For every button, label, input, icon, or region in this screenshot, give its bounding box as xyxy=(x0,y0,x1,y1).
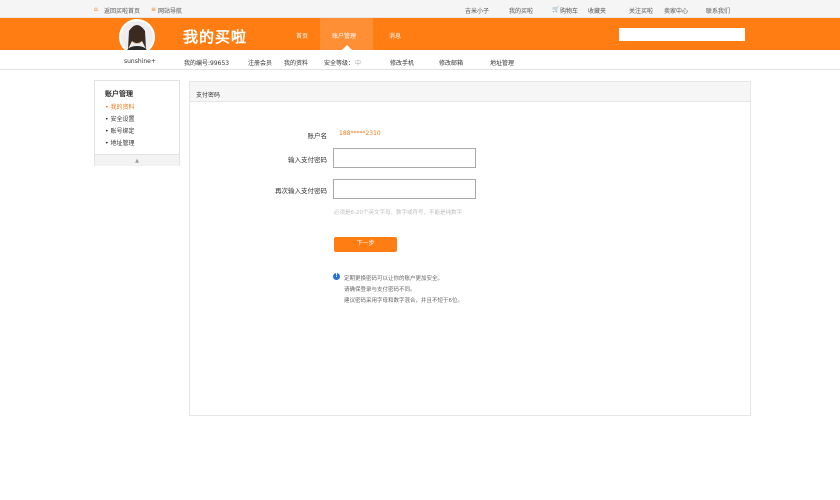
security-level-label: 安全等级： xyxy=(324,60,355,67)
address-manage-link[interactable]: 地址管理 xyxy=(490,58,514,67)
my-profile-link[interactable]: 我的资料 xyxy=(284,58,308,67)
collapse-arrow-icon[interactable]: ▲ xyxy=(95,154,179,166)
top-bar: ⌂ 返回买啦首页 ≡ 网站导航 吉米小子 我的买啦 🛒 购物车 收藏夹 关注买啦… xyxy=(0,0,840,18)
search-input[interactable] xyxy=(619,28,745,41)
seller-center-link[interactable]: 卖家中心 xyxy=(664,6,688,15)
account-number: 我的编号:99653 xyxy=(184,60,230,67)
cart-icon[interactable]: 🛒 xyxy=(552,6,559,13)
security-level-value: 中 xyxy=(355,60,362,67)
nav-messages[interactable]: 消息 xyxy=(389,31,401,40)
favorites-link[interactable]: 收藏夹 xyxy=(588,6,606,15)
nav-account[interactable]: 账户管理 xyxy=(332,31,356,40)
home-link[interactable]: 返回买啦首页 xyxy=(104,6,140,15)
pay-password-label: 输入支付密码 xyxy=(288,156,327,164)
menu-icon: ≡ xyxy=(151,6,157,13)
sidebar-item-address[interactable]: • 地址管理 xyxy=(105,138,134,147)
my-maila-link[interactable]: 我的买啦 xyxy=(509,6,533,15)
sidebar-title: 账户管理 xyxy=(105,90,133,98)
tip-line-3: 建议密码采用字母和数字混合，并且不短于6位。 xyxy=(344,298,464,304)
pay-password-confirm-input[interactable] xyxy=(333,179,476,199)
username: sunshine+ xyxy=(124,58,156,65)
panel-title: 支付密码 xyxy=(196,92,221,99)
sidebar-item-security[interactable]: • 安全设置 xyxy=(105,114,134,123)
panel-header: 支付密码 xyxy=(190,82,750,102)
site-nav-link[interactable]: 网站导航 xyxy=(158,6,182,15)
next-button[interactable]: 下一步 xyxy=(334,237,397,252)
register-member[interactable]: 注册会员 xyxy=(248,58,272,67)
sidebar: 账户管理 • 我的资料 • 安全设置 • 账号绑定 • 地址管理 ▲ xyxy=(94,80,180,166)
home-icon[interactable]: ⌂ xyxy=(94,6,98,13)
sub-bar: sunshine+ 我的编号:99653 注册会员 我的资料 安全等级： 中 修… xyxy=(0,50,840,70)
follow-link[interactable]: 关注买啦 xyxy=(629,6,653,15)
change-phone-link[interactable]: 修改手机 xyxy=(390,58,414,67)
account-name-value: 188*****2310 xyxy=(339,130,381,137)
account-name-label: 账户名 xyxy=(307,132,328,140)
sidebar-item-binding[interactable]: • 账号绑定 xyxy=(105,126,134,135)
contact-link[interactable]: 联系我们 xyxy=(706,6,730,15)
nav-home[interactable]: 首页 xyxy=(296,31,308,40)
tip-line-2: 请确保登录与支付密码不同。 xyxy=(344,287,416,293)
pay-password-confirm-label: 再次输入支付密码 xyxy=(275,187,327,195)
tip-line-1: 定期更换密码可以让你的账户更加安全。 xyxy=(344,276,444,282)
brand-title[interactable]: 我的买啦 xyxy=(183,26,247,47)
pay-password-input[interactable] xyxy=(333,148,476,168)
cart-link[interactable]: 购物车 xyxy=(560,6,578,15)
change-email-link[interactable]: 修改邮箱 xyxy=(439,58,463,67)
user-link[interactable]: 吉米小子 xyxy=(465,6,489,15)
info-icon: ! xyxy=(333,273,340,280)
password-hint: 必须是6-20个英文字母、数字或符号，不能是纯数字 xyxy=(334,210,462,216)
sidebar-item-profile[interactable]: • 我的资料 xyxy=(105,102,134,111)
